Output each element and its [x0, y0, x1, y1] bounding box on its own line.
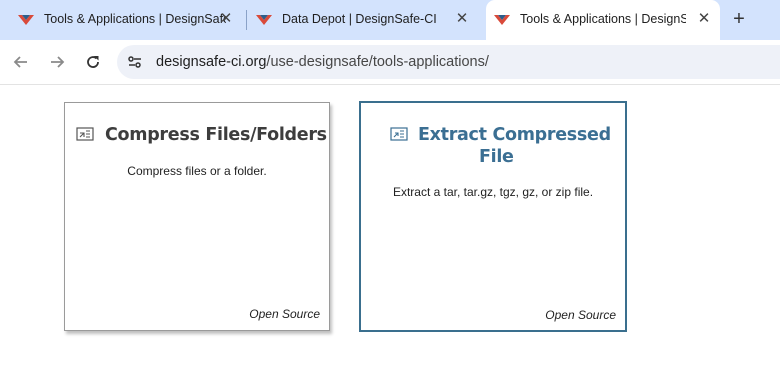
- tab-title: Tools & Applications | DesignSafe-CI: [44, 12, 226, 26]
- app-card-compress[interactable]: Compress Files/Folders Compress files or…: [64, 102, 330, 331]
- designsafe-favicon-icon: [494, 15, 510, 25]
- url-host: designsafe-ci.org: [156, 54, 267, 70]
- card-description: Extract a tar, tar.gz, tgz, gz, or zip f…: [392, 185, 594, 199]
- card-description: Compress files or a folder.: [127, 164, 267, 178]
- tab-strip: Tools & Applications | DesignSafe-CI ✕ D…: [0, 0, 780, 40]
- forward-arrow-icon[interactable]: [47, 52, 67, 72]
- app-card-extract[interactable]: Extract Compressed File Extract a tar, t…: [359, 101, 627, 332]
- card-license: Open Source: [545, 308, 616, 322]
- extract-icon: [390, 127, 408, 141]
- card-title-line1: Extract Compressed: [418, 125, 611, 145]
- new-tab-button[interactable]: +: [728, 9, 750, 31]
- address-bar[interactable]: designsafe-ci.org/use-designsafe/tools-a…: [117, 45, 780, 79]
- url-text[interactable]: designsafe-ci.org/use-designsafe/tools-a…: [156, 54, 489, 70]
- close-icon[interactable]: ✕: [696, 11, 712, 27]
- designsafe-favicon-icon: [256, 15, 272, 25]
- card-license: Open Source: [249, 307, 320, 321]
- card-title-line2: File: [479, 147, 514, 167]
- tab-tools-applications-1[interactable]: Tools & Applications | DesignSafe-CI ✕: [10, 0, 246, 40]
- close-icon[interactable]: ✕: [454, 11, 470, 27]
- back-arrow-icon[interactable]: [11, 52, 31, 72]
- reload-icon[interactable]: [83, 52, 103, 72]
- card-title: Compress Files/Folders: [105, 125, 327, 145]
- tab-data-depot[interactable]: Data Depot | DesignSafe-CI ✕: [248, 0, 480, 40]
- tab-tools-applications-active[interactable]: Tools & Applications | DesignSafe-CI ✕: [486, 0, 720, 40]
- tab-separator: [246, 10, 247, 30]
- browser-toolbar: designsafe-ci.org/use-designsafe/tools-a…: [0, 40, 780, 85]
- tab-title: Data Depot | DesignSafe-CI: [282, 12, 437, 26]
- tab-title: Tools & Applications | DesignSafe-CI: [520, 12, 686, 26]
- close-icon[interactable]: ✕: [218, 11, 234, 27]
- url-path: /use-designsafe/tools-applications/: [266, 54, 489, 70]
- compress-icon: [76, 127, 94, 141]
- site-settings-icon[interactable]: [125, 52, 145, 72]
- designsafe-favicon-icon: [18, 15, 34, 25]
